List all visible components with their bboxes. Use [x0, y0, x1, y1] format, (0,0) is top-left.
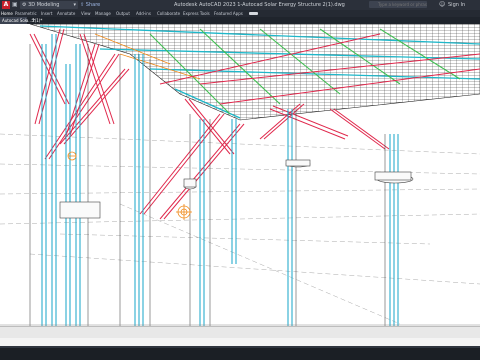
share-icon: ⇪	[80, 2, 85, 8]
file-tab[interactable]: Autocad Sola...2(1)*	[0, 17, 42, 24]
tab-add-ins[interactable]: Add-ins	[136, 10, 151, 17]
os-taskbar	[0, 346, 480, 360]
ribbon-tab-bar: Home Parametric Insert Annotate View Man…	[0, 10, 480, 18]
file-tab-label: Autocad Sola...2(1)*	[2, 18, 43, 23]
tab-express-tools[interactable]: Express Tools	[183, 10, 210, 17]
command-input[interactable]	[4, 329, 478, 338]
title-bar: A ▣ ⚙ 3D Modeling ▾ ⇪ Share Autodesk Aut…	[0, 0, 480, 10]
drawing-viewport[interactable]	[0, 24, 480, 326]
solar-structure-drawing	[0, 24, 480, 326]
tab-featured-apps[interactable]: Featured Apps	[214, 10, 243, 17]
gear-icon: ⚙	[22, 2, 27, 8]
tab-collaborate[interactable]: Collaborate	[157, 10, 180, 17]
workspace-label: 3D Modeling	[28, 2, 60, 8]
tab-output[interactable]: Output	[116, 10, 130, 17]
sign-in-button[interactable]: Sign In	[448, 0, 465, 10]
user-icon[interactable]: ☺	[439, 0, 445, 10]
share-button[interactable]: ⇪ Share	[80, 0, 100, 10]
search-input[interactable]	[369, 1, 427, 8]
workspace-switcher[interactable]: ⚙ 3D Modeling ▾	[20, 1, 78, 9]
autocad-logo[interactable]: A	[2, 1, 10, 9]
chevron-down-icon: ▾	[73, 2, 76, 8]
tab-insert[interactable]: Insert	[41, 10, 52, 17]
share-label: Share	[85, 2, 101, 8]
ribbon-toggle[interactable]	[249, 12, 258, 15]
close-icon[interactable]: ×	[24, 17, 27, 24]
file-tab-bar: Autocad Sola...2(1)* × +	[0, 17, 480, 24]
tab-parametric[interactable]: Parametric	[15, 10, 37, 17]
window-title: Autodesk AutoCAD 2023 1-Autocad Solar En…	[174, 2, 345, 8]
tab-annotate[interactable]: Annotate	[57, 10, 75, 17]
tab-view[interactable]: View	[81, 10, 91, 17]
construction-lines	[0, 133, 480, 325]
open-icon[interactable]: ▣	[12, 1, 18, 9]
tab-manage[interactable]: Manage	[95, 10, 111, 17]
taskbar-border	[0, 346, 480, 348]
command-line	[0, 326, 480, 338]
new-tab-plus-icon[interactable]: +	[31, 17, 36, 24]
layout-tab-strip	[0, 338, 480, 346]
